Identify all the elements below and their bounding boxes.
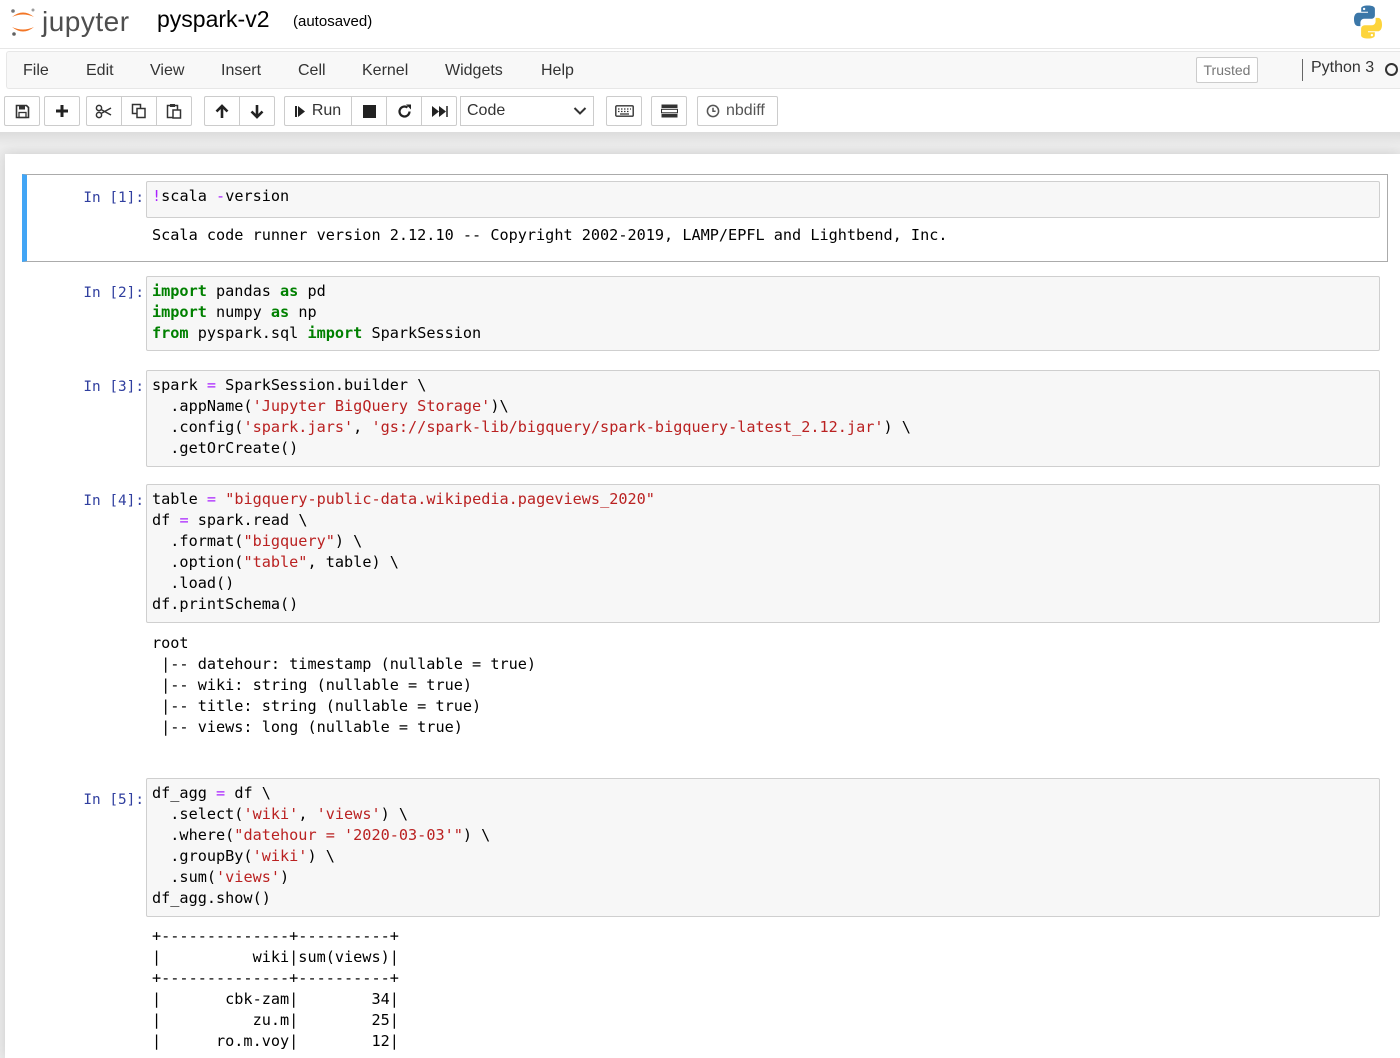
trusted-indicator[interactable]: Trusted [1196,57,1258,83]
insert-cell-button[interactable] [44,96,80,126]
code-text: !scala -version [152,187,290,205]
run-button[interactable]: Run [284,96,352,126]
notebook-page[interactable]: In [1]: !scala -version Scala code runne… [5,154,1400,1058]
cell-type-select[interactable]: Code [460,96,594,126]
code-cell-1[interactable]: In [1]: !scala -version Scala code runne… [22,174,1388,262]
menubar-container: File Edit View Insert Cell Kernel Widget… [6,51,1400,89]
paste-button[interactable] [156,96,192,126]
code-text: df_agg = df \ .select('wiki', 'views') \… [152,784,491,907]
toolbar-shadow [0,132,1400,146]
code-cell-3[interactable]: In [3]: spark = SparkSession.builder \ .… [22,364,1388,467]
plus-icon [56,105,68,117]
cut-button[interactable] [86,96,122,126]
jupyter-wordmark: jupyter [42,6,130,37]
cell-input[interactable]: !scala -version [146,181,1380,218]
cell-prompt: In [3]: [83,379,144,395]
code-text: table = "bigquery-public-data.wikipedia.… [152,490,655,613]
toolbar-group-move [204,96,275,126]
kernel-separator [1302,59,1303,81]
menu-edit[interactable]: Edit [86,62,114,80]
stop-icon [362,104,376,118]
menu-kernel[interactable]: Kernel [362,62,408,80]
menu-insert[interactable]: Insert [221,62,261,80]
arrow-down-icon [250,104,264,119]
copy-button[interactable] [121,96,157,126]
code-cell-5[interactable]: In [5]: df_agg = df \ .select('wiki', 'v… [22,776,1388,1058]
cell-input[interactable]: df_agg = df \ .select('wiki', 'views') \… [146,778,1380,917]
code-text: import pandas as pd import numpy as np f… [152,282,482,342]
cell-output: Scala code runner version 2.12.10 -- Cop… [152,226,948,244]
interrupt-button[interactable] [351,96,387,126]
menubar: File Edit View Insert Cell Kernel Widget… [0,48,1400,90]
menu-view[interactable]: View [150,62,184,80]
toolbar-group-run: Run [284,96,457,126]
toolbar-group-edit [86,96,192,126]
toolbar-group-toolbar-toggle [651,96,687,126]
cell-input[interactable]: spark = SparkSession.builder \ .appName(… [146,370,1380,467]
cell-prompt: In [4]: [83,493,144,509]
autosave-status: (autosaved) [293,13,373,30]
cell-prompt: In [2]: [83,285,144,301]
history-icon [706,104,720,118]
refresh-icon [397,104,411,118]
command-palette-button[interactable] [606,96,642,126]
notebook-name[interactable]: pyspark-v2 [157,6,269,33]
scissors-icon [95,104,112,118]
step-forward-icon [294,105,305,117]
toolbar-group-insert [44,96,80,126]
restart-run-all-button[interactable] [421,96,457,126]
copy-icon [131,103,146,119]
save-button[interactable] [4,96,40,126]
notebook-header: jupyter pyspark-v2 (autosaved) [0,0,1400,48]
cell-prompt: In [5]: [83,792,144,808]
cell-output: +--------------+----------+ | wiki|sum(v… [152,927,399,1050]
fast-forward-icon [431,105,448,117]
move-up-button[interactable] [204,96,240,126]
arrow-up-icon [215,103,229,118]
keyboard-icon [614,105,634,117]
nbdiff-label: nbdiff [726,102,765,119]
cell-type-value: Code [467,102,506,119]
jupyter-logo-icon [11,8,35,36]
python-logo-icon [1354,5,1382,39]
notebook-container: In [1]: !scala -version Scala code runne… [0,132,1400,1058]
toolbar-group-save [4,96,40,126]
code-cell-2[interactable]: In [2]: import pandas as pd import numpy… [22,270,1388,352]
paste-icon [166,104,182,119]
cell-prompt: In [1]: [83,190,144,206]
cell-input[interactable]: table = "bigquery-public-data.wikipedia.… [146,484,1380,623]
kernel-idle-icon [1385,63,1398,76]
jupyter-logo[interactable]: jupyter [8,4,130,40]
cell-input[interactable]: import pandas as pd import numpy as np f… [146,276,1380,351]
save-icon [15,104,29,118]
cell-toolbar-button[interactable] [651,96,687,126]
chevron-down-icon [573,107,587,115]
code-cell-4[interactable]: In [4]: table = "bigquery-public-data.wi… [22,478,1388,748]
run-label: Run [311,102,342,119]
kernel-name: Python 3 [1311,59,1375,76]
toolbar-group-palette [606,96,642,126]
menu-file[interactable]: File [23,62,49,80]
cell-output: root |-- datehour: timestamp (nullable =… [152,634,537,736]
nbdiff-button[interactable]: nbdiff [697,96,778,126]
move-down-button[interactable] [239,96,275,126]
restart-button[interactable] [386,96,422,126]
menu-widgets[interactable]: Widgets [445,62,503,80]
list-icon [660,104,678,118]
code-text: spark = SparkSession.builder \ .appName(… [152,376,911,457]
toolbar: Run Code nbdiff [0,90,1400,132]
menu-cell[interactable]: Cell [298,62,326,80]
menu-help[interactable]: Help [541,62,574,80]
